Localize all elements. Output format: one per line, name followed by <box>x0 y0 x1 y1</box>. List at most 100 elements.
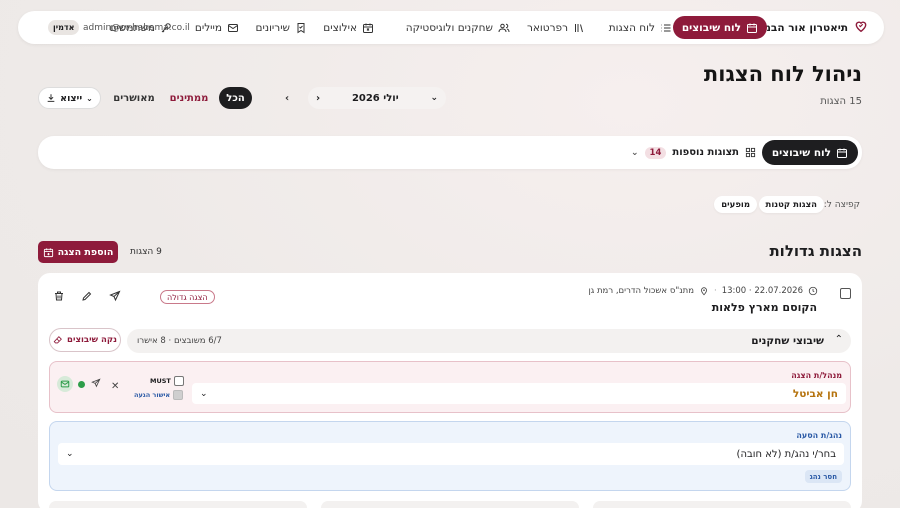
nav-item-label: מיילים <box>194 21 222 34</box>
close-icon: ✕ <box>111 381 120 392</box>
show-type-tag: הצגה גדולה <box>160 290 215 304</box>
cast-section-title: שיבוצי שחקנים <box>751 329 824 353</box>
calendar-icon <box>837 148 847 158</box>
jump-chip-small-shows[interactable]: הצגות קטנות <box>758 196 824 213</box>
section-title: הצגות גדולות <box>769 242 862 260</box>
selected-actor: חן אביטל <box>792 387 838 400</box>
driver-select[interactable]: בחר/י נהג/ת (לא חובה) ⌄ <box>58 443 844 465</box>
jump-to-label: קפיצה ל: <box>823 200 860 210</box>
shows-count: 15 הצגות <box>820 96 862 107</box>
role-label: נהג/ת הסעה <box>796 431 842 440</box>
clear-assignments-button[interactable]: נקה שיבוצים <box>49 328 121 352</box>
nav-item-shows-board[interactable]: לוח הצגות <box>609 11 672 44</box>
chevron-left-icon: ‹ <box>316 92 321 104</box>
brand[interactable]: תיאטרון אור הבמה <box>756 11 868 44</box>
users-icon <box>498 23 510 32</box>
heart-logo-icon <box>854 19 868 36</box>
brand-name: תיאטרון אור הבמה <box>756 21 848 34</box>
admin-badge: אדמין <box>48 20 80 35</box>
delete-button[interactable] <box>53 290 65 302</box>
calendar-plus-icon <box>43 247 53 257</box>
grid-icon <box>745 147 756 158</box>
missing-driver-badge: חסר נהג <box>804 470 842 483</box>
eraser-icon <box>53 336 62 344</box>
export-button[interactable]: ⌄ ייצוא <box>38 87 101 109</box>
mail-icon <box>228 23 238 32</box>
show-name: הקוסם מארץ פלאות <box>711 301 817 314</box>
month-label: יולי 2026 <box>351 92 399 104</box>
nav-item-emails[interactable]: מיילים <box>195 11 239 44</box>
role-card-driver: נהג/ת הסעה בחר/י נהג/ת (לא חובה) ⌄ חסר נ… <box>49 421 851 491</box>
cast-title-label: שיבוצי שחקנים <box>751 335 824 347</box>
mail-icon <box>60 380 70 388</box>
role-label: מנהל/ת הצגה <box>791 371 842 380</box>
export-label: ייצוא <box>60 92 83 104</box>
clock-icon <box>808 286 818 296</box>
email-status-button[interactable] <box>57 376 73 392</box>
filter-all[interactable]: הכל <box>219 87 252 109</box>
select-show-checkbox[interactable] <box>840 288 851 299</box>
nav-item-label: שחקנים ולוגיסטיקה <box>405 21 493 34</box>
send-icon <box>109 290 121 302</box>
must-label: MUST <box>150 377 171 385</box>
remove-assignment-button[interactable]: ✕ <box>111 379 119 392</box>
send-role-button[interactable] <box>91 378 101 391</box>
arrival-approval-toggle[interactable]: אישור הגעה <box>134 390 184 400</box>
schedule-board-button[interactable]: לוח שיבוצים <box>761 140 858 165</box>
chevron-down-icon: ⌄ <box>66 449 74 459</box>
pencil-icon <box>82 291 92 301</box>
chevron-right-icon: › <box>284 92 290 104</box>
chevron-up-icon: ⌃ <box>834 334 843 345</box>
arrival-approval-label: אישור הגעה <box>134 391 171 399</box>
arrival-approval-checkbox[interactable] <box>173 390 184 400</box>
status-dot <box>78 381 85 388</box>
nav-item-label: לוח הצגות <box>608 21 655 34</box>
chevron-down-icon: ⌄ <box>200 388 208 399</box>
bookmark-icon <box>297 22 305 33</box>
filter-pending[interactable]: ממתינים <box>165 87 213 109</box>
send-button[interactable] <box>109 290 121 302</box>
schedule-board-label: לוח שיבוצים <box>771 146 831 159</box>
user-email: admin@or-habama.co.il <box>83 22 190 33</box>
must-checkbox[interactable] <box>173 376 184 386</box>
send-icon <box>91 378 101 388</box>
show-location: מתנ"ס אשכול הדרים, רמת גן <box>588 286 695 296</box>
top-nav: תיאטרון אור הבמה לוח שיבוצים לוח הצגות ר… <box>18 11 884 44</box>
chevron-down-icon: ⌄ <box>86 93 93 103</box>
nav-item-label: רפרטואר <box>526 21 568 34</box>
schedule-toolbar: לוח שיבוצים תצוגות נוספות 14 ⌄ <box>38 136 862 169</box>
edit-button[interactable] <box>81 290 93 302</box>
nav-item-label: אילוצים <box>323 21 357 34</box>
clear-assignments-label: נקה שיבוצים <box>67 335 117 345</box>
books-icon <box>575 23 583 32</box>
more-views-count: 14 <box>644 146 667 159</box>
month-selector[interactable]: ⌄ יולי 2026 ‹ <box>308 87 446 109</box>
role-card-stage-manager: מנהל/ת הצגה חן אביטל ⌄ MUST אישור הגעה ✕ <box>49 361 851 413</box>
nav-item-repertoire[interactable]: רפרטואר <box>527 11 585 44</box>
cast-section-toggle[interactable]: שיבוצי שחקנים ⌃ 6/7 משובצים · 8 אישרו <box>127 329 851 353</box>
chevron-down-icon: ⌄ <box>631 147 639 158</box>
show-card: 22.07.2026 · 13:00 · מתנ"ס אשכול הדרים, … <box>38 273 862 508</box>
jump-chip-performances[interactable]: מופעים <box>714 196 757 213</box>
show-datetime: 22.07.2026 · 13:00 <box>721 286 803 296</box>
nav-item-reservations[interactable]: שיריונים <box>256 11 307 44</box>
trash-icon <box>55 291 63 301</box>
add-show-button[interactable]: הוספת הצגה <box>38 241 118 263</box>
meta-separator: · <box>714 286 717 296</box>
nav-item-actors-logistics[interactable]: שחקנים ולוגיסטיקה <box>406 11 510 44</box>
more-views-dropdown[interactable]: תצוגות נוספות 14 ⌄ <box>631 136 756 169</box>
must-toggle[interactable]: MUST <box>150 376 184 386</box>
stage-manager-select[interactable]: חן אביטל ⌄ <box>192 383 846 404</box>
nav-item-label: לוח שיבוצים <box>681 21 741 34</box>
next-month-button[interactable]: › <box>278 87 296 109</box>
section-count: 9 הצגות <box>130 247 162 257</box>
driver-placeholder: בחר/י נהג/ת (לא חובה) <box>736 448 836 460</box>
show-meta: 22.07.2026 · 13:00 · מתנ"ס אשכול הדרים, … <box>588 286 818 296</box>
add-show-label: הוספת הצגה <box>57 246 114 258</box>
page-title: ניהול לוח הצגות <box>703 62 862 86</box>
nav-item-schedule-board[interactable]: לוח שיבוצים <box>672 16 767 39</box>
location-pin-icon <box>701 287 707 296</box>
filter-approved[interactable]: מאושרים <box>109 87 159 109</box>
nav-item-constraints[interactable]: אילוצים <box>323 11 374 44</box>
cast-stats: 6/7 משובצים · 8 אישרו <box>137 336 222 346</box>
